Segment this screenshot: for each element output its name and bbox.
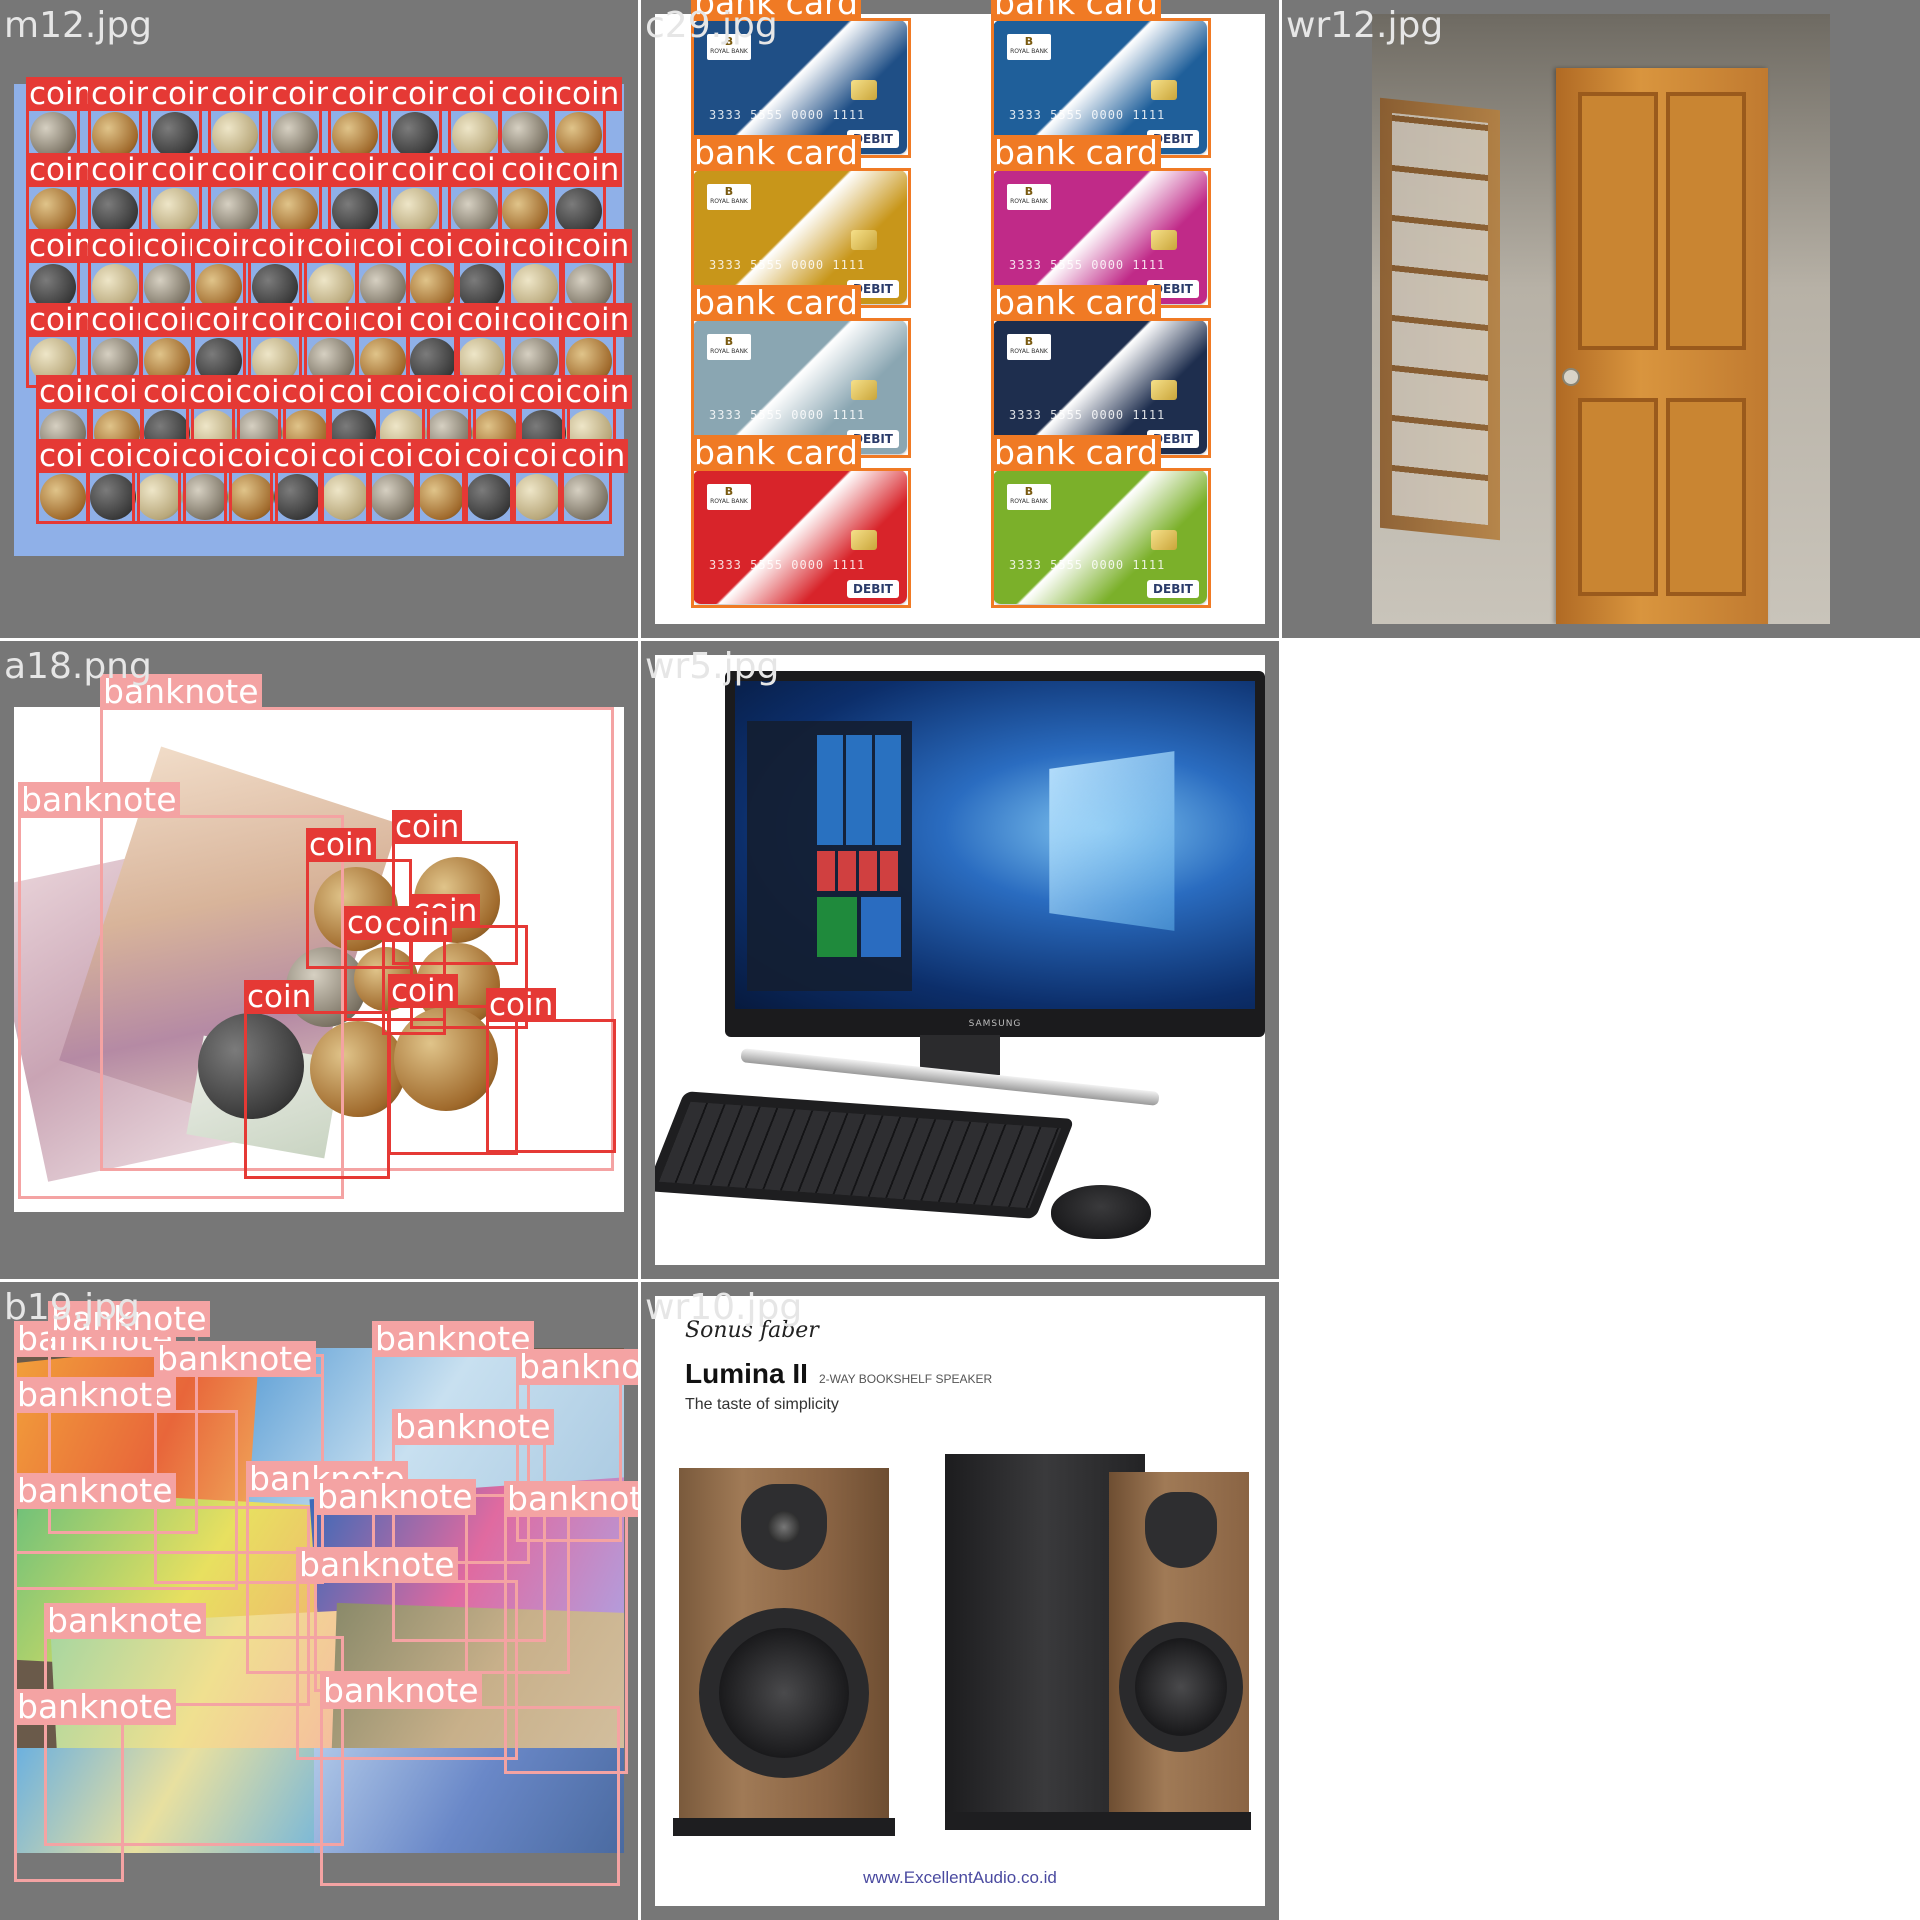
tile-filename: c29.jpg xyxy=(645,5,778,46)
detection-label: bank card xyxy=(691,285,861,321)
detection-label: coin xyxy=(392,810,463,844)
wooden-door xyxy=(1556,68,1768,624)
product-heading: Lumina II 2-WAY BOOKSHELF SPEAKER xyxy=(685,1358,992,1390)
detection-box: coin xyxy=(318,439,389,524)
detection-label: bank card xyxy=(691,435,861,471)
detection-label: bank card xyxy=(991,285,1161,321)
detection-label: banknote xyxy=(516,1349,638,1385)
detection-label: coin xyxy=(552,153,623,187)
monitor: SAMSUNG xyxy=(725,671,1265,1037)
speaker-ad: Sonus faber Lumina II 2-WAY BOOKSHELF SP… xyxy=(655,1296,1265,1906)
tile-filename: b19.jpg xyxy=(4,1287,140,1328)
detection-box: banknote xyxy=(320,1673,620,1886)
tile-c29: c29.jpg B ROYAL BANK 3333 5555 0000 1111 DE… xyxy=(641,0,1279,638)
mouse xyxy=(1051,1185,1151,1239)
detection-box: coin xyxy=(510,439,581,524)
detection-label: banknote xyxy=(44,1603,206,1639)
detection-label: banknote xyxy=(504,1481,638,1517)
detection-label: coin xyxy=(562,375,633,409)
detection-box: bank card xyxy=(991,435,1211,608)
detection-box: banknote xyxy=(14,1689,176,1882)
detection-label: bank card xyxy=(991,135,1161,171)
product-subtitle: 2-WAY BOOKSHELF SPEAKER xyxy=(819,1372,993,1386)
speaker-left-base xyxy=(673,1818,895,1836)
detection-label: coin xyxy=(562,229,633,263)
detection-label: coin xyxy=(26,77,97,111)
detection-label: coin xyxy=(26,153,97,187)
tile-wr12: wr12.jpg xyxy=(1282,0,1920,638)
detection-label: banknote xyxy=(320,1673,482,1709)
tile-b19: b19.jpg banknote banknote banknote banknote… xyxy=(0,1282,638,1920)
product-name: Lumina II xyxy=(685,1358,808,1389)
leaning-door xyxy=(1380,97,1500,541)
windows-logo xyxy=(1049,751,1175,931)
tile-filename: a18.png xyxy=(4,646,152,687)
tile-wr5: wr5.jpg SAMSUNG xyxy=(641,641,1279,1279)
detection-label: coin xyxy=(244,980,315,1014)
tweeter xyxy=(741,1484,827,1570)
tile-filename: wr12.jpg xyxy=(1286,5,1444,46)
monitor-screen xyxy=(735,681,1255,1009)
detection-box: coin xyxy=(486,988,616,1153)
detection-label: bank card xyxy=(691,135,861,171)
detection-label: coin xyxy=(558,439,629,473)
detection-label: banknote xyxy=(154,1341,316,1377)
website-link[interactable]: www.ExcellentAudio.co.id xyxy=(655,1868,1265,1888)
door-photo xyxy=(1372,14,1830,624)
tagline: The taste of simplicity xyxy=(685,1396,839,1413)
detection-box: coin xyxy=(244,980,390,1179)
detection-label: coin xyxy=(382,908,453,942)
detection-label: banknote xyxy=(18,782,180,818)
detection-label: coin xyxy=(26,229,97,263)
speaker-right-base xyxy=(945,1812,1251,1830)
speaker-right xyxy=(1109,1472,1249,1812)
detection-label: coin xyxy=(486,988,557,1022)
tile-filename: wr10.jpg xyxy=(645,1287,803,1328)
detection-label: bank card xyxy=(991,435,1161,471)
detection-label: coin xyxy=(306,828,377,862)
detection-box: bank card xyxy=(691,435,911,608)
monitor-brand: SAMSUNG xyxy=(968,1019,1022,1029)
tile-filename: wr5.jpg xyxy=(645,646,780,687)
tile-a18: a18.png banknote banknote coin coin coin coin… xyxy=(0,641,638,1279)
detection-box: coin xyxy=(270,439,341,524)
keyboard xyxy=(655,1091,1075,1219)
detection-label: bank card xyxy=(991,0,1161,21)
detection-box: coin xyxy=(366,439,437,524)
speaker-left xyxy=(679,1468,889,1818)
detection-label: banknote xyxy=(392,1409,554,1445)
detection-label: coin xyxy=(26,303,97,337)
detection-box: coin xyxy=(558,439,629,524)
detection-label: coin xyxy=(552,77,623,111)
detection-label: banknote xyxy=(314,1479,476,1515)
detection-box: coin xyxy=(462,439,533,524)
detection-label: coin xyxy=(562,303,633,337)
detection-results-grid: m12.jpg coin coin coin coin coin coin coin coin… xyxy=(0,0,1920,1920)
tile-m12: m12.jpg coin coin coin coin coin coin coin coin… xyxy=(0,0,638,638)
detection-label: banknote xyxy=(14,1689,176,1725)
detection-label: banknote xyxy=(296,1547,458,1583)
tile-wr10: wr10.jpg Sonus faber Lumina II 2-WAY BOO… xyxy=(641,1282,1279,1920)
start-menu xyxy=(747,721,912,991)
door-knob xyxy=(1562,368,1580,386)
detection-label: banknote xyxy=(372,1321,534,1357)
woofer xyxy=(699,1608,869,1778)
detection-box: coin xyxy=(414,439,485,524)
detection-label: banknote xyxy=(14,1377,176,1413)
computer-photo: SAMSUNG xyxy=(655,655,1265,1265)
detection-box: coin xyxy=(36,439,107,524)
detection-label: coin xyxy=(388,974,459,1008)
detection-label: banknote xyxy=(14,1473,176,1509)
tile-filename: m12.jpg xyxy=(4,5,153,46)
